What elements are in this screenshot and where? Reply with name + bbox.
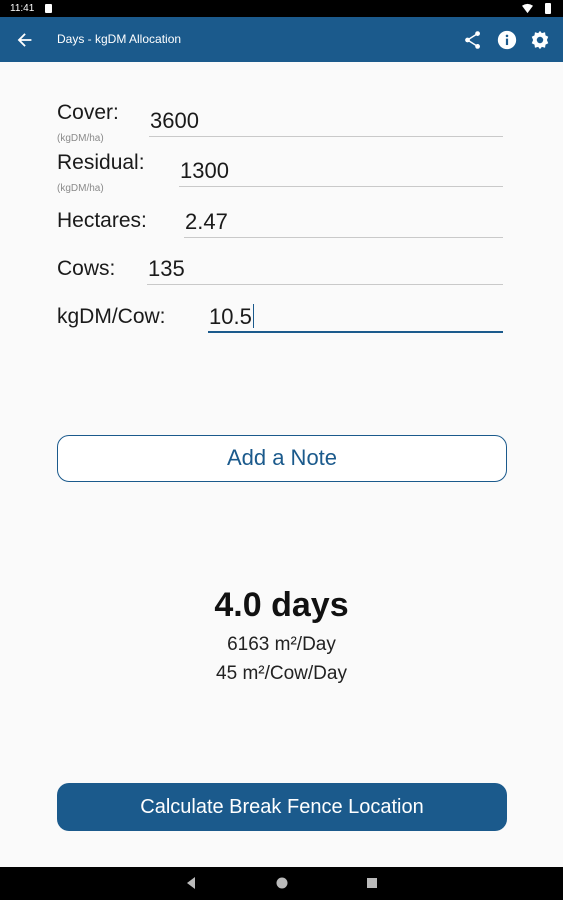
info-icon[interactable] bbox=[496, 29, 518, 51]
wifi-icon bbox=[522, 3, 533, 14]
add-note-button[interactable]: Add a Note bbox=[57, 435, 507, 482]
kgdm-per-cow-label: kgDM/Cow: bbox=[57, 305, 166, 328]
sim-card-icon bbox=[45, 4, 52, 13]
nav-recents-icon[interactable] bbox=[365, 876, 379, 890]
nav-back-icon[interactable] bbox=[184, 876, 198, 890]
settings-gear-icon[interactable] bbox=[529, 29, 551, 51]
calculate-break-fence-button[interactable]: Calculate Break Fence Location bbox=[57, 783, 507, 831]
text-cursor bbox=[252, 304, 255, 328]
share-icon[interactable] bbox=[462, 29, 484, 51]
residual-label: Residual: bbox=[57, 151, 145, 174]
cows-label: Cows: bbox=[57, 257, 116, 280]
residual-unit: (kgDM/ha) bbox=[57, 183, 104, 194]
nav-home-icon[interactable] bbox=[275, 876, 289, 890]
cover-label: Cover: bbox=[57, 101, 119, 124]
result-area-per-cow-per-day: 45 m²/Cow/Day bbox=[216, 663, 347, 684]
app-bar-title: Days - kgDM Allocation bbox=[57, 32, 182, 46]
cover-input[interactable]: 3600 bbox=[149, 107, 503, 137]
kgdm-per-cow-value: 10.5 bbox=[209, 304, 252, 329]
hectares-label: Hectares: bbox=[57, 209, 147, 232]
cover-unit: (kgDM/ha) bbox=[57, 133, 104, 144]
status-time: 11:41 bbox=[10, 3, 35, 14]
kgdm-per-cow-input[interactable]: 10.5 bbox=[208, 303, 503, 333]
cows-input[interactable]: 135 bbox=[147, 255, 503, 285]
residual-input[interactable]: 1300 bbox=[179, 157, 503, 187]
result-days: 4.0 days bbox=[214, 586, 349, 624]
battery-icon bbox=[545, 3, 551, 14]
hectares-input[interactable]: 2.47 bbox=[184, 208, 503, 238]
app-bar: Days - kgDM Allocation bbox=[0, 17, 563, 62]
system-nav-bar bbox=[0, 867, 563, 900]
status-bar: 11:41 bbox=[0, 0, 563, 17]
result-area-per-day: 6163 m²/Day bbox=[227, 634, 336, 655]
back-arrow-icon[interactable] bbox=[14, 29, 36, 51]
